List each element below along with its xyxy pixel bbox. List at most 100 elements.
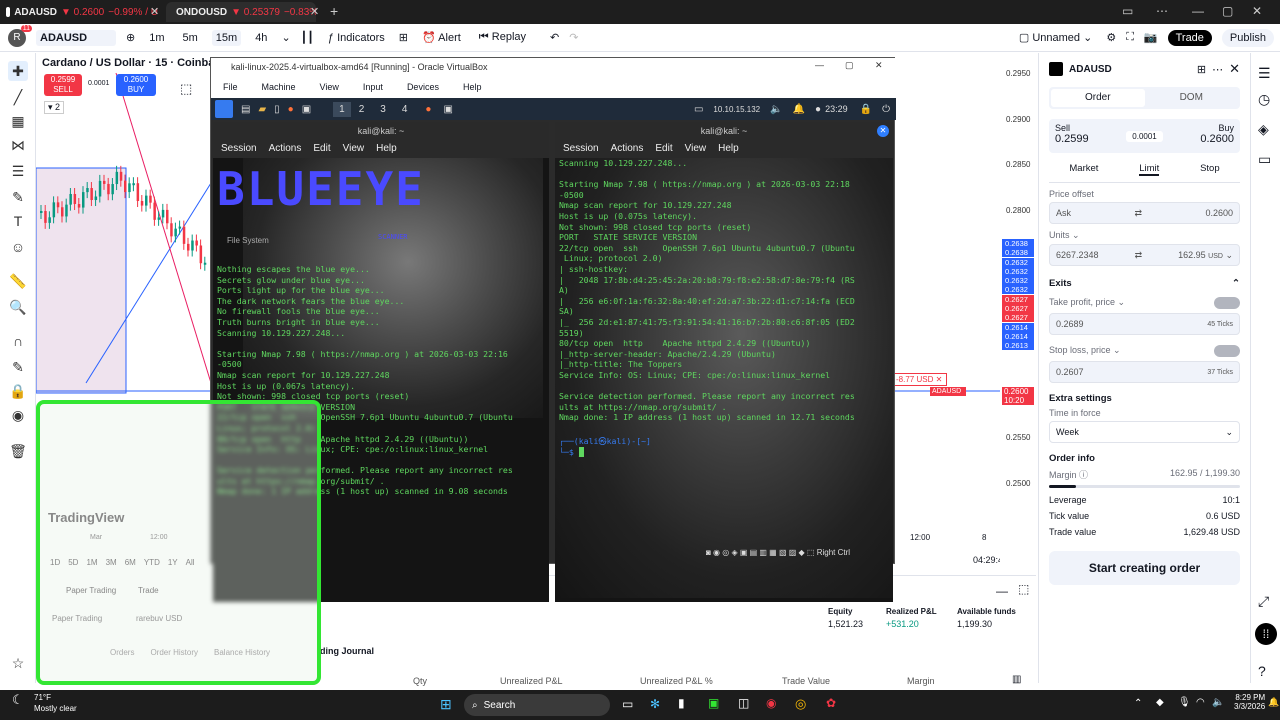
kali-menu-icon[interactable] [215,100,233,118]
workspace-4[interactable]: 4 [394,102,416,117]
folder-icon[interactable]: ▰ [258,104,266,115]
redo-icon[interactable]: ↷ [569,31,578,44]
settings-icon[interactable]: ⚙ [1106,31,1116,44]
price-scale[interactable]: 0.2950 0.2900 0.2850 0.2800 0.2550 0.250… [930,53,1036,573]
close-terminal-icon[interactable]: ✕ [877,125,889,137]
menu-help[interactable]: Help [376,143,397,155]
stop-loss-field[interactable]: 0.2607 37 Ticks [1049,361,1240,383]
column-header[interactable]: Margin [907,676,935,686]
vm-menu-devices[interactable]: Devices [407,82,439,92]
magnet-icon[interactable]: ∩ [8,331,28,351]
maximize-icon[interactable]: ▢ [845,60,854,71]
windows-start-icon[interactable]: ⊞ [440,696,452,713]
app-icon[interactable]: ◫ [738,696,749,710]
layers-icon[interactable]: ◈ [1258,121,1269,138]
watchlist-star-icon[interactable]: ☆ [8,653,28,673]
app-icon[interactable]: ◉ [766,696,776,710]
chevron-up-icon[interactable]: ⌃ [1232,278,1240,289]
apps-grid-icon[interactable]: ⁞⁞ [1255,623,1277,645]
interval-1m[interactable]: 1m [145,30,168,46]
pattern-icon[interactable]: ⋈ [8,135,28,155]
order-type-limit[interactable]: Limit [1139,163,1160,176]
trading-journal-tab[interactable]: ding Journal [320,646,374,656]
lock-screen-icon[interactable]: 🔒 [860,104,872,115]
tab-order[interactable]: Order [1051,89,1145,107]
vm-menu-help[interactable]: Help [463,82,482,92]
weather-icon[interactable]: ☾ [12,692,24,708]
menu-help[interactable]: Help [718,143,739,155]
trade-button[interactable]: Trade [1167,29,1212,46]
indicators-button[interactable]: ƒ Indicators [324,30,389,46]
column-header[interactable]: Unrealized P&L % [640,676,713,686]
range-option[interactable]: 1M [86,558,97,567]
taskbar-search[interactable]: ⌕ Search [464,694,610,716]
prediction-icon[interactable]: ☰ [8,161,28,181]
position-pnl-tag[interactable]: -8.77 USD ✕ [891,373,948,386]
range-option[interactable]: 6M [125,558,136,567]
camera-icon[interactable]: 📷 [1144,31,1158,44]
layout-name-button[interactable]: ▢ Unnamed ⌄ [1015,29,1096,46]
object-tree-icon[interactable]: ⬚ [180,81,192,97]
cam-tab[interactable]: Orders [110,648,134,657]
cam-tab[interactable]: Balance History [214,648,270,657]
menu-session[interactable]: Session [563,143,599,155]
bell-icon[interactable]: 🔔 [1268,697,1279,708]
brush-icon[interactable]: ✎ [8,187,28,207]
publish-button[interactable]: Publish [1221,28,1274,47]
interval-15m[interactable]: 15m [211,29,242,46]
menu-edit[interactable]: Edit [313,143,330,155]
cam-tab[interactable]: Order History [150,648,198,657]
order-type-stop[interactable]: Stop [1200,163,1220,176]
terminal-icon[interactable]: ▣ [302,104,311,115]
menu-view[interactable]: View [685,143,707,155]
chat-icon[interactable]: ▭ [1258,151,1271,168]
workspace-1[interactable]: 1 [333,101,351,117]
firefox-task-icon[interactable]: ● [425,104,431,115]
time-in-force-select[interactable]: Week ⌄ [1049,421,1240,443]
editor-icon[interactable]: ▯ [274,104,280,115]
column-header[interactable]: Trade Value [782,676,830,686]
watchlist-icon[interactable]: ☰ [1258,65,1271,82]
candles-icon[interactable]: ┃┃ [301,31,314,44]
close-icon[interactable]: ✕ [1229,61,1240,77]
wifi-icon[interactable]: ◠ [1196,697,1205,708]
trendline-icon[interactable]: ╱ [8,87,28,107]
menu-actions[interactable]: Actions [611,143,644,155]
menu-edit[interactable]: Edit [655,143,672,155]
layers-toggle[interactable]: ▾ 2 [44,101,65,114]
sell-button[interactable]: 0.2599 SELL [44,74,82,96]
vm-menu-machine[interactable]: Machine [262,82,296,92]
zoom-icon[interactable]: 🔍 [8,297,28,317]
maximize-icon[interactable]: ▢ [1222,4,1233,18]
tray-icon[interactable]: ◆ [1156,697,1164,708]
interval-4h[interactable]: 4h [251,30,271,46]
take-profit-field[interactable]: 0.2689 45 Ticks [1049,313,1240,335]
volume-icon[interactable]: 🔈 [770,104,782,115]
sell-side[interactable]: Sell 0.2599 [1055,123,1089,149]
avatar[interactable]: R 11 [8,24,32,47]
menu-actions[interactable]: Actions [269,143,302,155]
units-field[interactable]: 6267.2348 ⇄ 162.95 USD ⌄ [1049,244,1240,266]
browser-tab-ondousd[interactable]: ONDOUSD ▼ 0.25379 −0.83% [166,2,316,22]
range-option[interactable]: All [186,558,195,567]
range-option[interactable]: 1Y [168,558,178,567]
tradingview-app-icon[interactable]: ▮ [678,696,685,710]
close-tab-icon[interactable]: ✕ [150,5,159,18]
expand-icon[interactable]: ⤢ [1258,593,1269,610]
buy-button[interactable]: 0.2600 BUY [116,74,156,96]
ruler-icon[interactable]: 📏 [8,271,28,291]
close-window-icon[interactable]: ✕ [1252,4,1262,18]
fib-icon[interactable]: ▦ [8,111,28,131]
tray-chevron-icon[interactable]: ⌃ [1134,698,1142,709]
power-icon[interactable]: ⏻ [882,104,890,115]
lock-drawing-icon[interactable]: ✎ [8,357,28,377]
range-option[interactable]: 5D [68,558,78,567]
workspace-2[interactable]: 2 [351,102,373,117]
task-view-icon[interactable]: ▭ [622,697,633,711]
trash-icon[interactable]: 🗑 [8,441,28,461]
buy-side[interactable]: Buy 0.2600 [1200,123,1234,149]
tab-dom[interactable]: DOM [1145,89,1239,107]
column-header[interactable]: Unrealized P&L [500,676,563,686]
eye-icon[interactable]: ◉ [8,405,28,425]
vm-menu-file[interactable]: File [223,82,238,92]
